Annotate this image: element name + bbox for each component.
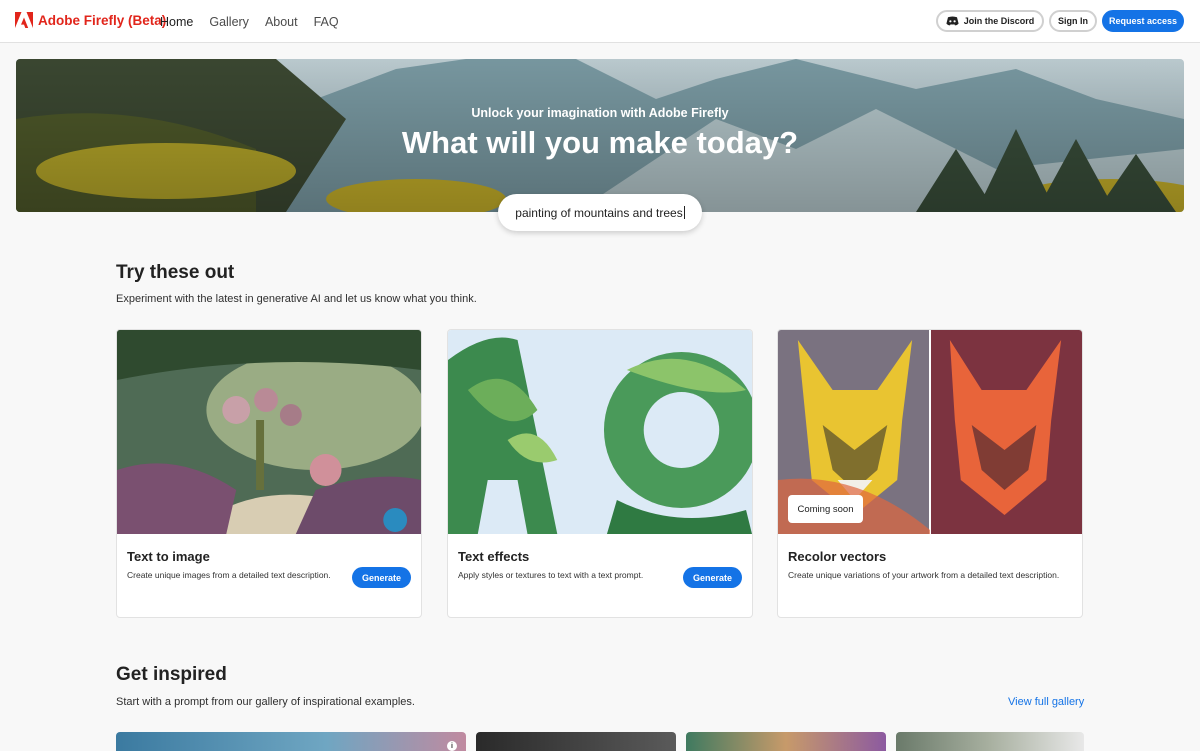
gallery-thumbnail[interactable] [116, 732, 466, 751]
nav-gallery[interactable]: Gallery [209, 15, 249, 29]
card-title: Text to image [127, 549, 210, 564]
top-bar: Adobe Firefly (Beta) Home Gallery About … [0, 0, 1200, 43]
brand[interactable]: Adobe Firefly (Beta) [15, 12, 166, 28]
main-nav: Home Gallery About FAQ [160, 15, 339, 29]
try-section-title: Try these out [116, 262, 235, 283]
info-icon[interactable]: i [447, 741, 457, 751]
gallery-thumbnail[interactable] [476, 732, 676, 751]
hero-subtitle: Unlock your imagination with Adobe Firef… [471, 106, 729, 120]
discord-icon [946, 16, 959, 26]
request-access-button[interactable]: Request access [1102, 10, 1184, 32]
prompt-input[interactable]: painting of mountains and trees [498, 194, 702, 231]
adobe-logo-icon [15, 12, 33, 28]
join-discord-button[interactable]: Join the Discord [936, 10, 1044, 32]
nav-about[interactable]: About [265, 15, 298, 29]
sign-in-button[interactable]: Sign In [1049, 10, 1097, 32]
card-description: Create unique variations of your artwork… [788, 570, 1060, 580]
card-text-to-image[interactable]: Text to image Create unique images from … [116, 329, 422, 618]
nav-faq[interactable]: FAQ [314, 15, 339, 29]
generate-button[interactable]: Generate [352, 567, 411, 588]
join-discord-label: Join the Discord [963, 16, 1035, 26]
inspired-section-description: Start with a prompt from our gallery of … [116, 696, 415, 708]
generate-button[interactable]: Generate [683, 567, 742, 588]
hero-banner: Unlock your imagination with Adobe Firef… [16, 59, 1184, 212]
try-section-description: Experiment with the latest in generative… [116, 293, 477, 305]
brand-name: Adobe Firefly (Beta) [38, 12, 167, 28]
text-cursor [683, 206, 685, 219]
card-title: Text effects [458, 549, 530, 564]
coming-soon-badge: Coming soon [788, 495, 863, 523]
leafy-letters-image [448, 330, 752, 534]
gallery-thumbnail[interactable] [896, 732, 1084, 751]
card-description: Create unique images from a detailed tex… [127, 570, 331, 580]
nav-home[interactable]: Home [160, 15, 193, 29]
gallery-thumbnail[interactable] [686, 732, 886, 751]
hero-title: What will you make today? [401, 125, 799, 160]
prompt-text: painting of mountains and trees [515, 205, 683, 220]
card-description: Apply styles or textures to text with a … [458, 570, 644, 580]
card-text-effects[interactable]: Text effects Apply styles or textures to… [447, 329, 753, 618]
card-recolor-vectors[interactable]: Coming soon Recolor vectors Create uniqu… [777, 329, 1083, 618]
view-full-gallery-link[interactable]: View full gallery [1008, 696, 1084, 708]
fantasy-garden-image [117, 330, 421, 534]
inspired-section-title: Get inspired [116, 664, 227, 685]
card-title: Recolor vectors [788, 549, 887, 564]
